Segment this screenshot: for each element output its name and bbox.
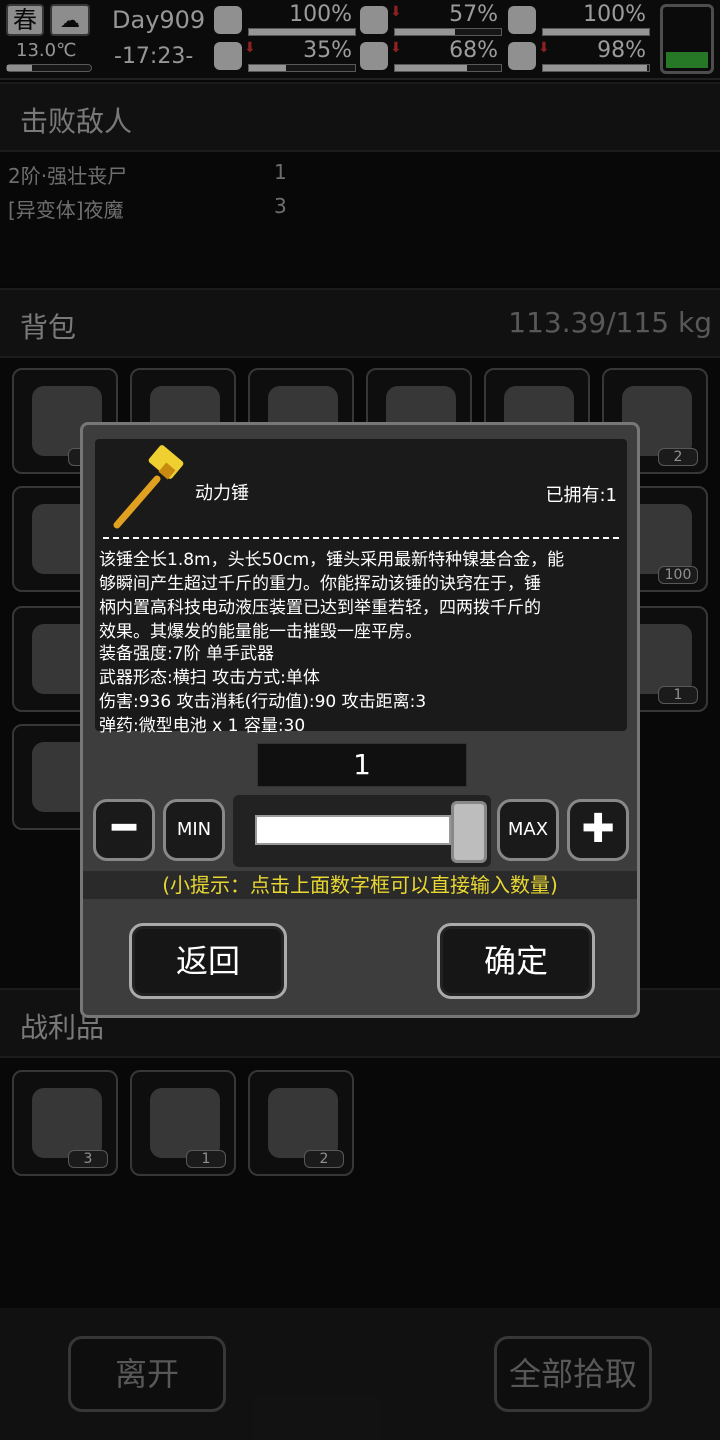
description-line: 柄内置高科技电动液压装置已达到举重若轻，四两拨千斤的 bbox=[99, 598, 541, 618]
quantity-slider[interactable] bbox=[233, 795, 491, 867]
stat-line: 伤害:936 攻击消耗(行动值):90 攻击距离:3 bbox=[99, 692, 427, 712]
item-name: 动力锤 bbox=[195, 483, 249, 504]
description-line: 够瞬间产生超过千斤的重力。你能挥动该锤的诀窍在于，锤 bbox=[99, 574, 541, 594]
stat-line: 弹药:微型电池 x 1 容量:30 bbox=[99, 716, 306, 736]
quantity-input[interactable]: 1 bbox=[257, 743, 467, 787]
item-dialog: 动力锤 已拥有:1 该锤全长1.8m，头长50cm，锤头采用最新特种镍基合金，能… bbox=[80, 422, 640, 1018]
confirm-button[interactable]: 确定 bbox=[437, 923, 595, 999]
min-button[interactable]: MIN bbox=[163, 799, 225, 861]
plus-icon: ✚ bbox=[581, 806, 615, 852]
power-hammer-icon bbox=[113, 445, 184, 529]
slider-track[interactable] bbox=[255, 815, 451, 845]
stat-line: 装备强度:7阶 单手武器 bbox=[99, 644, 274, 664]
owned-count: 已拥有:1 bbox=[545, 485, 617, 506]
decrement-button[interactable]: ━ bbox=[93, 799, 155, 861]
slider-thumb[interactable] bbox=[451, 801, 487, 863]
description-line: 该锤全长1.8m，头长50cm，锤头采用最新特种镍基合金，能 bbox=[99, 550, 565, 570]
stat-line: 武器形态:横扫 攻击方式:单体 bbox=[99, 668, 320, 688]
increment-button[interactable]: ✚ bbox=[567, 799, 629, 861]
minus-icon: ━ bbox=[111, 805, 137, 851]
item-description-box: 动力锤 已拥有:1 该锤全长1.8m，头长50cm，锤头采用最新特种镍基合金，能… bbox=[95, 439, 627, 736]
quantity-tip: (小提示：点击上面数字框可以直接输入数量) bbox=[83, 871, 637, 899]
divider bbox=[103, 537, 619, 539]
max-button[interactable]: MAX bbox=[497, 799, 559, 861]
back-button[interactable]: 返回 bbox=[129, 923, 287, 999]
